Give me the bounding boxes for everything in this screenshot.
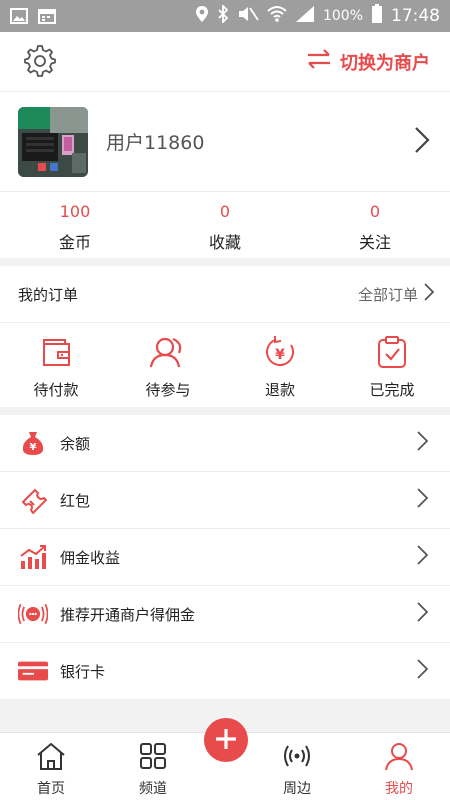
stat-value: 0 <box>369 202 381 221</box>
swap-icon <box>306 48 332 75</box>
tab-label: 我的 <box>385 781 413 797</box>
status-bar: 100% 17:48 <box>0 0 450 32</box>
stat-label: 金币 <box>58 233 91 252</box>
mute-icon <box>237 5 259 28</box>
chevron-right-icon <box>417 431 429 455</box>
tab-mine[interactable]: 我的 <box>348 733 450 800</box>
menu-label: 红包 <box>60 491 91 510</box>
stats-row: 100 金币 0 收藏 0 关注 <box>0 192 450 258</box>
all-orders-link[interactable]: 全部订单 <box>357 283 435 305</box>
plus-icon <box>214 723 238 757</box>
bluetooth-icon <box>217 3 229 28</box>
tab-label: 周边 <box>283 781 311 797</box>
svg-text:¥: ¥ <box>30 442 37 453</box>
svg-text:¥: ¥ <box>275 347 285 363</box>
order-status-row: 待付款 待参与 ¥ 退款 已完成 <box>0 323 450 407</box>
header: 切换为商户 <box>0 32 450 92</box>
stat-coins[interactable]: 100 金币 <box>0 192 150 258</box>
switch-to-merchant-button[interactable]: 切换为商户 <box>306 48 430 75</box>
stat-value: 0 <box>219 202 231 221</box>
bar-chart-icon <box>18 542 48 572</box>
battery-icon <box>371 3 383 29</box>
order-label: 退款 <box>264 381 295 399</box>
chevron-right-icon <box>417 545 429 569</box>
stat-following[interactable]: 0 关注 <box>300 192 450 258</box>
order-completed[interactable]: 已完成 <box>336 323 448 407</box>
order-label: 待参与 <box>145 381 191 399</box>
order-label: 已完成 <box>369 381 415 399</box>
ticket-icon <box>18 485 48 515</box>
chevron-right-icon <box>417 602 429 626</box>
orders-title: 我的订单 <box>18 285 79 304</box>
clock: 17:48 <box>391 6 440 26</box>
signal-icon <box>295 5 315 28</box>
battery-percent: 100% <box>322 8 363 24</box>
add-button[interactable] <box>204 718 248 762</box>
tab-channel[interactable]: 频道 <box>102 733 204 800</box>
all-orders-label: 全部订单 <box>357 285 418 304</box>
gear-icon[interactable] <box>22 43 56 81</box>
refund-icon: ¥ <box>263 335 297 373</box>
order-pending-join[interactable]: 待参与 <box>112 323 224 407</box>
menu-list: ¥ 余额 红包 佣金收益 推荐开通商户得佣金 银行卡 <box>0 415 450 700</box>
avatar[interactable] <box>18 106 88 177</box>
clipboard-check-icon <box>375 335 409 373</box>
grid-icon <box>138 741 168 775</box>
profile-icon <box>383 741 415 775</box>
tab-home[interactable]: 首页 <box>0 733 102 800</box>
location-icon <box>195 5 209 28</box>
wallet-icon <box>39 335 73 373</box>
nearby-icon <box>281 741 313 775</box>
menu-item-commission[interactable]: 佣金收益 <box>0 529 450 586</box>
chevron-right-icon <box>417 659 429 683</box>
menu-label: 推荐开通商户得佣金 <box>60 605 196 624</box>
menu-item-red-packet[interactable]: 红包 <box>0 472 450 529</box>
stat-label: 关注 <box>358 233 391 252</box>
chevron-right-icon <box>417 488 429 512</box>
menu-item-referral[interactable]: 推荐开通商户得佣金 <box>0 586 450 643</box>
orders-header: 我的订单 全部订单 <box>0 266 450 323</box>
stat-favorites[interactable]: 0 收藏 <box>150 192 300 258</box>
stat-label: 收藏 <box>208 233 241 252</box>
broadcast-chat-icon <box>18 599 48 629</box>
home-icon <box>35 741 67 775</box>
user-icon <box>149 335 187 373</box>
card-icon <box>18 656 48 686</box>
menu-label: 银行卡 <box>60 662 106 681</box>
username: 用户11860 <box>106 132 205 154</box>
order-label: 待付款 <box>33 381 79 399</box>
stat-value: 100 <box>59 202 91 221</box>
menu-item-bank-card[interactable]: 银行卡 <box>0 643 450 700</box>
wifi-icon <box>267 5 287 28</box>
tab-nearby[interactable]: 周边 <box>246 733 348 800</box>
switch-label: 切换为商户 <box>340 52 430 74</box>
tab-label: 频道 <box>139 781 167 797</box>
chevron-right-icon[interactable] <box>414 126 430 158</box>
order-refund[interactable]: ¥ 退款 <box>224 323 336 407</box>
image-icon <box>10 8 28 24</box>
menu-label: 佣金收益 <box>60 548 121 567</box>
menu-label: 余额 <box>60 434 91 453</box>
order-pending-payment[interactable]: 待付款 <box>0 323 112 407</box>
money-bag-icon: ¥ <box>18 428 48 458</box>
menu-item-balance[interactable]: ¥ 余额 <box>0 415 450 472</box>
chevron-right-icon <box>424 283 435 305</box>
profile-row[interactable]: 用户11860 <box>0 92 450 192</box>
tab-label: 首页 <box>37 781 65 797</box>
calendar-icon <box>38 8 56 24</box>
